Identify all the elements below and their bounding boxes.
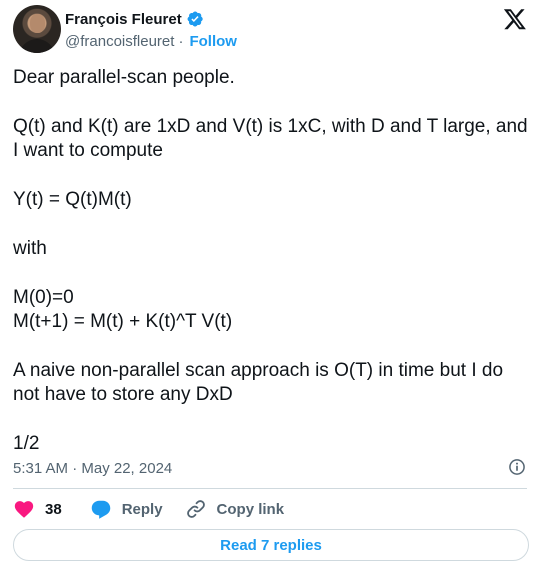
x-logo-icon[interactable] [503, 7, 527, 31]
verified-badge-icon [187, 11, 203, 27]
reply-label: Reply [121, 500, 163, 518]
copy-link-label: Copy link [216, 500, 285, 518]
heart-icon [14, 501, 34, 518]
copy-link-button[interactable]: Copy link [185, 498, 285, 520]
like-count: 38 [45, 500, 62, 518]
tweet-actions: 38 Reply Copy link [13, 497, 284, 521]
reply-button[interactable]: Reply [90, 498, 185, 520]
avatar[interactable] [13, 5, 61, 53]
separator-dot: · [178, 33, 184, 50]
author-handle[interactable]: @francoisfleuret [65, 33, 174, 50]
follow-link[interactable]: Follow [189, 33, 237, 50]
author-handle-row: @francoisfleuret · Follow [65, 33, 237, 50]
tweet-text: Dear parallel-scan people. Q(t) and K(t)… [13, 67, 528, 455]
like-button[interactable]: 38 [13, 498, 90, 520]
read-replies-button[interactable]: Read 7 replies [13, 529, 529, 561]
tweet-header: François Fleuret @francoisfleuret · Foll… [13, 5, 527, 55]
divider [13, 488, 527, 489]
info-icon[interactable] [507, 457, 527, 477]
tweet-timestamp[interactable]: 5:31 AM · May 22, 2024 [13, 460, 172, 477]
reply-bubble-icon [91, 500, 110, 519]
author-name-row: François Fleuret [65, 10, 204, 28]
author-display-name[interactable]: François Fleuret [65, 11, 182, 28]
link-icon [186, 500, 205, 518]
